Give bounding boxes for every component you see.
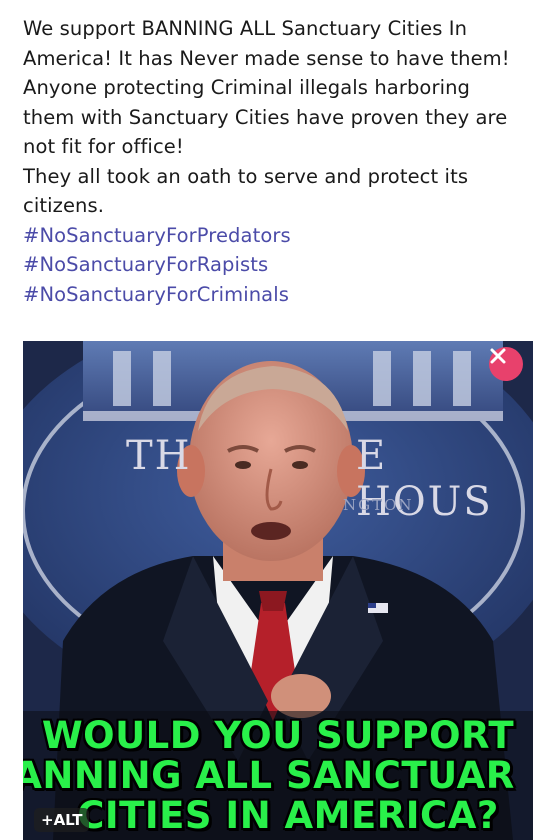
add-alt-text-button[interactable]: +ALT (34, 808, 90, 832)
hashtag-link[interactable]: #NoSanctuaryForRapists (23, 250, 538, 280)
background-sign-text: TH (126, 433, 192, 479)
hashtag-link[interactable]: #NoSanctuaryForCriminals (23, 280, 538, 310)
hashtag-link[interactable]: #NoSanctuaryForPredators (23, 221, 538, 251)
attached-image[interactable]: TH E HOUS NGTON WOULD YOU SUPPORT ANNING… (23, 341, 533, 840)
post-text-line: We support BANNING ALL Sanctuary Cities … (23, 17, 468, 40)
image-caption-line: WOULD YOU SUPPORT (41, 714, 515, 757)
post-text-line: not fit for office! (23, 135, 184, 158)
remove-image-button[interactable] (489, 347, 523, 381)
close-icon (490, 348, 506, 364)
post-text-line: America! It has Never made sense to have… (23, 46, 510, 70)
image-caption-line: ANNING ALL SANCTUAR (23, 754, 515, 797)
post-text-line: They all took an oath to serve and prote… (23, 164, 469, 188)
post-body: We support BANNING ALL Sanctuary Cities … (23, 14, 538, 309)
post-text-line: them with Sanctuary Cities have proven t… (23, 105, 508, 129)
post-text-line: Anyone protecting Criminal illegals harb… (23, 76, 471, 99)
background-sign-subtext: NGTON (343, 496, 414, 514)
image-caption-line: CITIES IN AMERICA? (77, 794, 499, 837)
post-text-line: citizens. (23, 194, 105, 217)
